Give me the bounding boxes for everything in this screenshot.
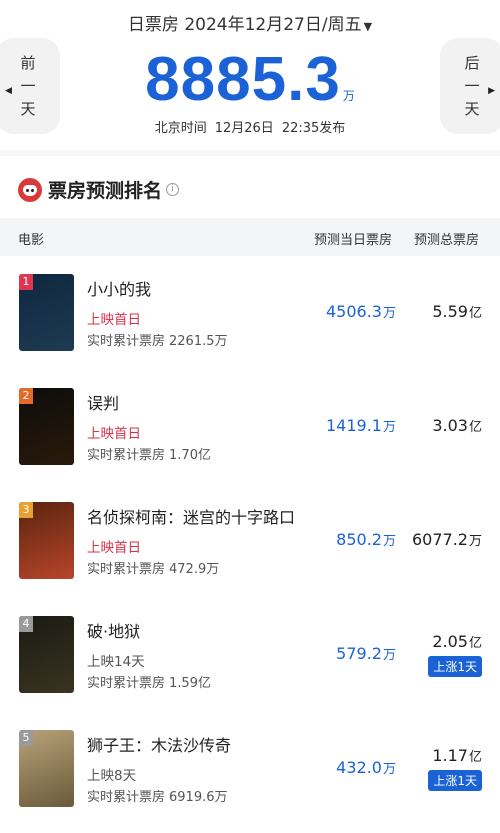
movie-poster[interactable]: 5 [19, 730, 74, 807]
cumulative-value: 1.70亿 [169, 448, 211, 463]
cumulative-label: 实时累计票房 [87, 790, 166, 805]
date-selector[interactable]: 日票房 2024年12月27日/周五 ▼ [0, 10, 500, 35]
publish-zone: 北京时间 [154, 121, 207, 136]
info-icon[interactable]: i [166, 183, 180, 196]
cumulative-label: 实时累计票房 [87, 562, 166, 577]
forecast-daily: 1419.1万 [326, 416, 396, 435]
rank-badge: 1 [19, 274, 33, 290]
cumulative-value: 2261.5万 [169, 334, 228, 349]
publish-date: 12月26日 [214, 121, 274, 136]
rank-badge: 4 [19, 616, 33, 632]
table-header: 电影 预测当日票房 预测总票房 [0, 218, 500, 256]
forecast-daily-value: 4506.3 [326, 302, 382, 321]
caret-down-icon[interactable]: ▼ [364, 20, 372, 33]
forecast-total-value: 6077.2 [412, 530, 468, 549]
forecast-total-unit: 亿 [468, 750, 482, 765]
forecast-total-unit: 亿 [468, 636, 482, 651]
column-total[interactable]: 预测总票房 [414, 229, 479, 248]
forecast-total: 5.59亿 [432, 302, 482, 321]
cumulative-label: 实时累计票房 [87, 676, 166, 691]
forecast-total-value: 5.59 [432, 302, 468, 321]
movie-title[interactable]: 狮子王：木法沙传奇 [87, 732, 231, 756]
publish-time: 22:35发布 [281, 121, 346, 136]
forecast-total-unit: 亿 [468, 420, 482, 435]
trend-badge: 上涨1天 [428, 770, 482, 791]
header: 日票房 2024年12月27日/周五 ▼ ◀ 前 一 天 ▶ 后 一 天 8885… [0, 0, 500, 150]
cumulative-box-office: 实时累计票房 6919.6万 [87, 786, 228, 805]
trend-badge: 上涨1天 [428, 656, 482, 677]
date-label[interactable]: 日票房 2024年12月27日/周五 [128, 15, 362, 35]
forecast-daily-value: 1419.1 [326, 416, 382, 435]
movie-row[interactable]: 1 小小的我上映首日实时累计票房 2261.5万 4506.3万 5.59亿 [0, 274, 500, 388]
cumulative-box-office: 实时累计票房 1.70亿 [87, 444, 211, 463]
movie-row[interactable]: 2 误判上映首日实时累计票房 1.70亿 1419.1万 3.03亿 [0, 388, 500, 502]
forecast-total-unit: 亿 [468, 306, 482, 321]
release-status: 上映14天 [87, 654, 145, 670]
release-status: 上映首日 [87, 426, 141, 442]
release-status: 上映8天 [87, 768, 137, 784]
forecast-daily-unit: 万 [382, 534, 396, 549]
cumulative-box-office: 实时累计票房 2261.5万 [87, 330, 228, 349]
cumulative-value: 1.59亿 [169, 676, 211, 691]
forecast-total: 2.05亿 [432, 632, 482, 651]
forecast-total: 3.03亿 [432, 416, 482, 435]
forecast-daily-unit: 万 [382, 762, 396, 777]
cumulative-box-office: 实时累计票房 1.59亿 [87, 672, 211, 691]
forecast-daily: 850.2万 [336, 530, 396, 549]
section-title: 票房预测排名 [48, 180, 163, 202]
cumulative-value: 472.9万 [169, 562, 220, 577]
column-daily[interactable]: 预测当日票房 [314, 229, 392, 248]
cat-logo-icon [18, 177, 42, 202]
forecast-daily-unit: 万 [382, 648, 396, 663]
forecast-daily: 432.0万 [336, 758, 396, 777]
forecast-total-value: 1.17 [432, 746, 468, 765]
movie-poster[interactable]: 3 [19, 502, 74, 579]
forecast-daily: 579.2万 [336, 644, 396, 663]
column-movie: 电影 [18, 233, 45, 248]
movie-poster[interactable]: 4 [19, 616, 74, 693]
total-unit: 万 [342, 89, 355, 103]
movie-row[interactable]: 5 狮子王：木法沙传奇上映8天实时累计票房 6919.6万 432.0万 1.17亿上涨… [0, 730, 500, 833]
forecast-daily-value: 850.2 [336, 530, 382, 549]
movie-title[interactable]: 小小的我 [87, 276, 151, 300]
release-status: 上映首日 [87, 312, 141, 328]
forecast-total: 1.17亿 [432, 746, 482, 765]
movie-row[interactable]: 4 破·地狱上映14天实时累计票房 1.59亿 579.2万 2.05亿上涨1天 [0, 616, 500, 730]
forecast-daily-value: 432.0 [336, 758, 382, 777]
release-status: 上映首日 [87, 540, 141, 556]
cumulative-label: 实时累计票房 [87, 334, 166, 349]
movie-title[interactable]: 误判 [87, 390, 119, 414]
forecast-section: 票房预测排名 i 电影 预测当日票房 预测总票房 1 小小的我 上映首日 实时累计票房… [0, 156, 500, 833]
cumulative-box-office: 实时累计票房 472.9万 [87, 558, 219, 577]
movie-row[interactable]: 3 名侦探柯南：迷宫的十字路口 上映首日 实时累计票房 472.9万 850.2万 6077… [0, 502, 500, 616]
movie-title[interactable]: 破·地狱 [87, 618, 140, 642]
forecast-total-unit: 万 [468, 534, 482, 549]
section-header: 票房预测排名 i [18, 176, 180, 203]
forecast-total-value: 2.05 [432, 632, 468, 651]
movie-poster[interactable]: 1 [19, 274, 74, 351]
forecast-total: 6077.2万 [412, 530, 482, 549]
total-value: 8885.3 [145, 45, 341, 114]
forecast-total-value: 3.03 [432, 416, 468, 435]
forecast-daily: 4506.3万 [326, 302, 396, 321]
forecast-daily-value: 579.2 [336, 644, 382, 663]
cumulative-value: 6919.6万 [169, 790, 228, 805]
rank-badge: 3 [19, 502, 33, 518]
rank-badge: 5 [19, 730, 33, 746]
movie-poster[interactable]: 2 [19, 388, 74, 465]
publish-info: 北京时间 12月26日 22:35发布 [0, 117, 500, 136]
movie-title[interactable]: 名侦探柯南：迷宫的十字路口 [87, 504, 295, 528]
rank-badge: 2 [19, 388, 33, 404]
forecast-daily-unit: 万 [382, 420, 396, 435]
total-box-office: 8885.3 万 [0, 44, 500, 115]
cumulative-label: 实时累计票房 [87, 448, 166, 463]
forecast-daily-unit: 万 [382, 306, 396, 321]
